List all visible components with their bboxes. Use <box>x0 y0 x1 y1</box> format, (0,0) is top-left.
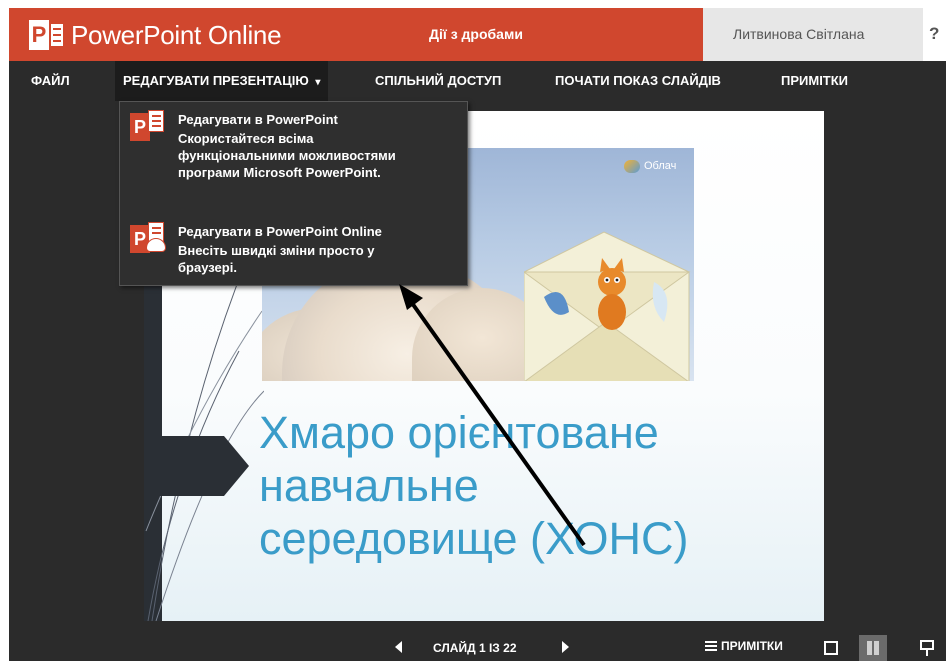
notes-icon <box>705 640 717 653</box>
editing-view-button[interactable] <box>817 635 845 661</box>
annotation-arrow <box>399 284 586 547</box>
reading-view-icon <box>867 641 879 655</box>
previous-slide-button[interactable] <box>395 641 402 653</box>
next-slide-button[interactable] <box>562 641 569 653</box>
normal-view-icon <box>824 641 838 655</box>
slideshow-icon <box>920 640 934 650</box>
powerpoint-online-window: P PowerPoint Online Дії з дробами Литвин… <box>9 8 946 661</box>
status-bar: СЛАЙД 1 ІЗ 22 ПРИМІТКИ <box>9 635 946 661</box>
notes-toggle-button[interactable]: ПРИМІТКИ <box>705 639 783 659</box>
reading-view-button[interactable] <box>859 635 887 661</box>
slideshow-view-button[interactable] <box>913 635 941 661</box>
notes-label: ПРИМІТКИ <box>721 639 783 653</box>
slide-counter: СЛАЙД 1 ІЗ 22 <box>433 641 517 655</box>
